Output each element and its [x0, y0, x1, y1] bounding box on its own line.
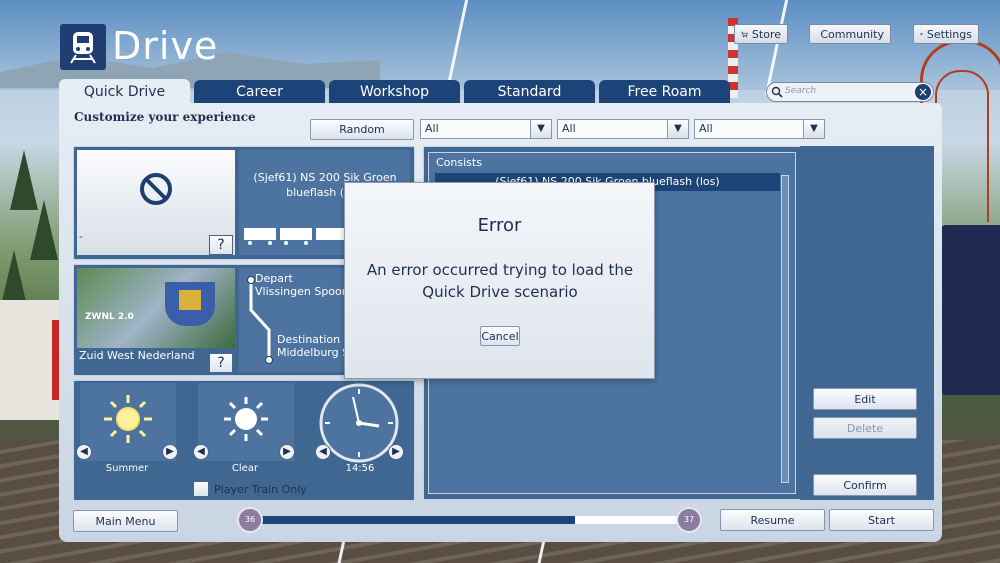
dialog-message: An error occurred trying to load the Qui…	[366, 261, 634, 301]
gear-icon	[920, 32, 923, 36]
time-prev-button[interactable]: ◀	[315, 444, 331, 460]
weather-prev-button[interactable]: ◀	[193, 444, 209, 460]
train-icon	[70, 32, 96, 64]
route-logo-text: ZWNL 2.0	[85, 312, 134, 322]
tab-free-roam[interactable]: Free Roam	[599, 80, 730, 104]
store-label: Store	[751, 27, 781, 41]
tab-workshop[interactable]: Workshop	[329, 80, 460, 104]
community-label: Community	[820, 27, 884, 41]
sun-icon	[104, 395, 152, 443]
settings-button[interactable]: Settings	[913, 24, 979, 44]
settings-label: Settings	[926, 27, 972, 41]
community-button[interactable]: Community	[809, 24, 891, 44]
page-title: Drive	[112, 24, 219, 68]
random-button[interactable]: Random	[310, 119, 414, 140]
tab-career[interactable]: Career	[194, 80, 325, 104]
resume-button[interactable]: Resume	[720, 509, 825, 531]
help-button[interactable]: ?	[209, 235, 233, 255]
season-next-button[interactable]: ▶	[162, 444, 178, 460]
route-help-button[interactable]: ?	[209, 353, 233, 373]
store-button[interactable]: Store	[734, 24, 788, 44]
season-prev-button[interactable]: ◀	[76, 444, 92, 460]
no-entry-icon	[140, 173, 172, 205]
chevron-down-icon: ▼	[667, 120, 688, 138]
filter-select-2[interactable]: All ▼	[557, 119, 689, 139]
filter-select-1[interactable]: All ▼	[420, 119, 552, 139]
customize-heading: Customize your experience	[74, 110, 256, 124]
season-label: Summer	[105, 463, 149, 474]
dialog-title: Error	[477, 215, 522, 236]
start-button[interactable]: Start	[829, 509, 934, 531]
confirm-button[interactable]: Confirm	[813, 474, 917, 496]
tab-standard[interactable]: Standard	[464, 80, 595, 104]
error-dialog: Error An error occurred trying to load t…	[344, 182, 655, 379]
filter-select-3[interactable]: All ▼	[694, 119, 825, 139]
search-placeholder: Search	[785, 86, 817, 96]
actions-column	[800, 146, 934, 500]
weather-next-button[interactable]: ▶	[279, 444, 295, 460]
filter-3-value: All	[699, 122, 713, 135]
weather-label: Clear	[231, 463, 259, 474]
depart-label: Depart	[255, 272, 293, 285]
search-input[interactable]: Search ×	[766, 82, 934, 102]
delete-button[interactable]: Delete	[813, 417, 917, 439]
search-icon	[771, 86, 783, 98]
clear-search-icon[interactable]: ×	[915, 84, 931, 100]
player-train-only-checkbox[interactable]	[193, 481, 209, 497]
chevron-down-icon: ▼	[530, 120, 551, 138]
time-next-button[interactable]: ▶	[388, 444, 404, 460]
train-silhouette-icon	[244, 228, 348, 245]
route-name: Zuid West Nederland	[79, 349, 195, 362]
route-thumbnail[interactable]: ZWNL 2.0	[77, 268, 235, 348]
depart-station: Vlissingen Spoor 3	[255, 285, 357, 298]
time-label: 14:56	[345, 463, 375, 474]
clear-weather-icon	[224, 397, 268, 441]
clock-icon	[319, 383, 399, 463]
tab-quick-drive[interactable]: Quick Drive	[59, 79, 190, 104]
coat-of-arms-image	[165, 282, 215, 326]
consists-scrollbar[interactable]	[781, 175, 789, 483]
progress-slider[interactable]	[250, 515, 690, 525]
cancel-button[interactable]: Cancel	[480, 326, 520, 346]
main-menu-button[interactable]: Main Menu	[73, 510, 178, 532]
slider-max-knob[interactable]: 37	[676, 507, 702, 533]
drive-logo	[60, 24, 106, 70]
empty-slot-label: -	[79, 232, 83, 243]
filter-1-value: All	[425, 122, 439, 135]
progress-remaining	[575, 516, 689, 524]
cart-icon	[741, 31, 748, 37]
filter-2-value: All	[562, 122, 576, 135]
player-train-only-label: Player Train Only	[214, 483, 307, 496]
destination-label: Destination	[277, 333, 341, 346]
slider-min-knob[interactable]: 36	[237, 507, 263, 533]
edit-button[interactable]: Edit	[813, 388, 917, 410]
chevron-down-icon: ▼	[803, 120, 824, 138]
consists-header: Consists	[436, 156, 482, 169]
